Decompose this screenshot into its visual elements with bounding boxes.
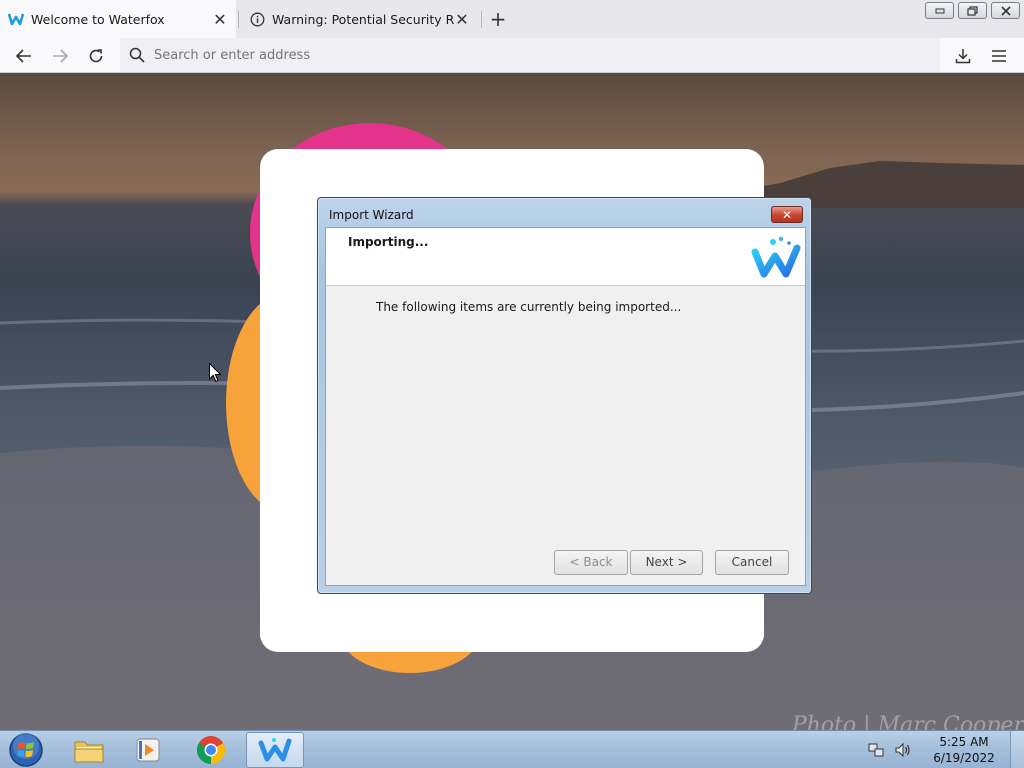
back-arrow-icon[interactable] — [11, 43, 37, 69]
new-tab-plus-icon[interactable]: + — [487, 9, 509, 31]
media-player-icon[interactable] — [120, 732, 178, 768]
minimize-icon[interactable] — [925, 2, 954, 19]
volume-icon[interactable] — [892, 739, 914, 761]
url-input[interactable] — [154, 47, 854, 63]
menu-hamburger-icon[interactable] — [986, 43, 1012, 69]
dialog-title: Import Wizard — [329, 208, 414, 222]
address-bar[interactable] — [120, 38, 940, 72]
next-button[interactable]: Next > — [630, 550, 703, 575]
tab-strip: Welcome to Waterfox ✕ Warning: Potential… — [0, 0, 1024, 38]
tab-security-warning[interactable]: Warning: Potential Security Risk Ahead ✕ — [241, 0, 478, 38]
tab-close-icon[interactable]: ✕ — [212, 10, 228, 29]
tab-close-icon[interactable]: ✕ — [454, 10, 470, 29]
window-controls — [925, 2, 1020, 19]
waterfox-taskbar-icon[interactable] — [246, 732, 304, 768]
cancel-button[interactable]: Cancel — [715, 550, 789, 575]
clock-date: 6/19/2022 — [933, 751, 995, 765]
info-icon — [249, 11, 265, 27]
network-icon[interactable] — [866, 739, 888, 761]
photo-credit: Photo | Marc Cooper — [791, 713, 1024, 730]
system-clock[interactable]: 5:25 AM 6/19/2022 — [918, 734, 1010, 766]
tab-welcome[interactable]: Welcome to Waterfox ✕ — [0, 0, 236, 38]
dialog-message: The following items are currently being … — [376, 300, 682, 314]
dialog-heading: Importing... — [348, 235, 429, 249]
tab-divider — [238, 11, 239, 28]
dialog-body: Importing... The following items are cur… — [325, 227, 806, 586]
search-icon — [120, 38, 154, 72]
waterfox-logo-icon — [751, 234, 801, 280]
close-icon[interactable]: ✕ — [771, 206, 803, 223]
mouse-cursor-icon — [209, 362, 222, 386]
close-window-icon[interactable] — [991, 2, 1020, 19]
reload-icon[interactable] — [83, 43, 109, 69]
dialog-header: Importing... — [326, 228, 805, 286]
show-desktop-button[interactable] — [1010, 731, 1024, 768]
tab-title: Welcome to Waterfox — [31, 11, 165, 27]
import-wizard-dialog: Import Wizard ✕ Importing... The followi… — [317, 197, 812, 594]
windows-taskbar: 5:25 AM 6/19/2022 — [0, 730, 1024, 768]
restore-icon[interactable] — [958, 2, 987, 19]
waterfox-favicon-icon — [8, 11, 24, 27]
navigation-toolbar — [0, 38, 1024, 73]
back-button[interactable]: < Back — [554, 550, 628, 575]
clock-time: 5:25 AM — [939, 735, 989, 749]
chrome-icon[interactable] — [182, 732, 240, 768]
dialog-button-row: < Back Next > Cancel — [554, 550, 789, 575]
forward-arrow-icon[interactable] — [47, 43, 73, 69]
tab-title: Warning: Potential Security Risk Ahead — [272, 11, 454, 27]
system-tray: 5:25 AM 6/19/2022 — [866, 731, 1024, 768]
download-icon[interactable] — [950, 43, 976, 69]
tab-divider — [481, 11, 482, 28]
start-orb-icon[interactable] — [6, 732, 46, 768]
file-explorer-icon[interactable] — [60, 732, 118, 768]
